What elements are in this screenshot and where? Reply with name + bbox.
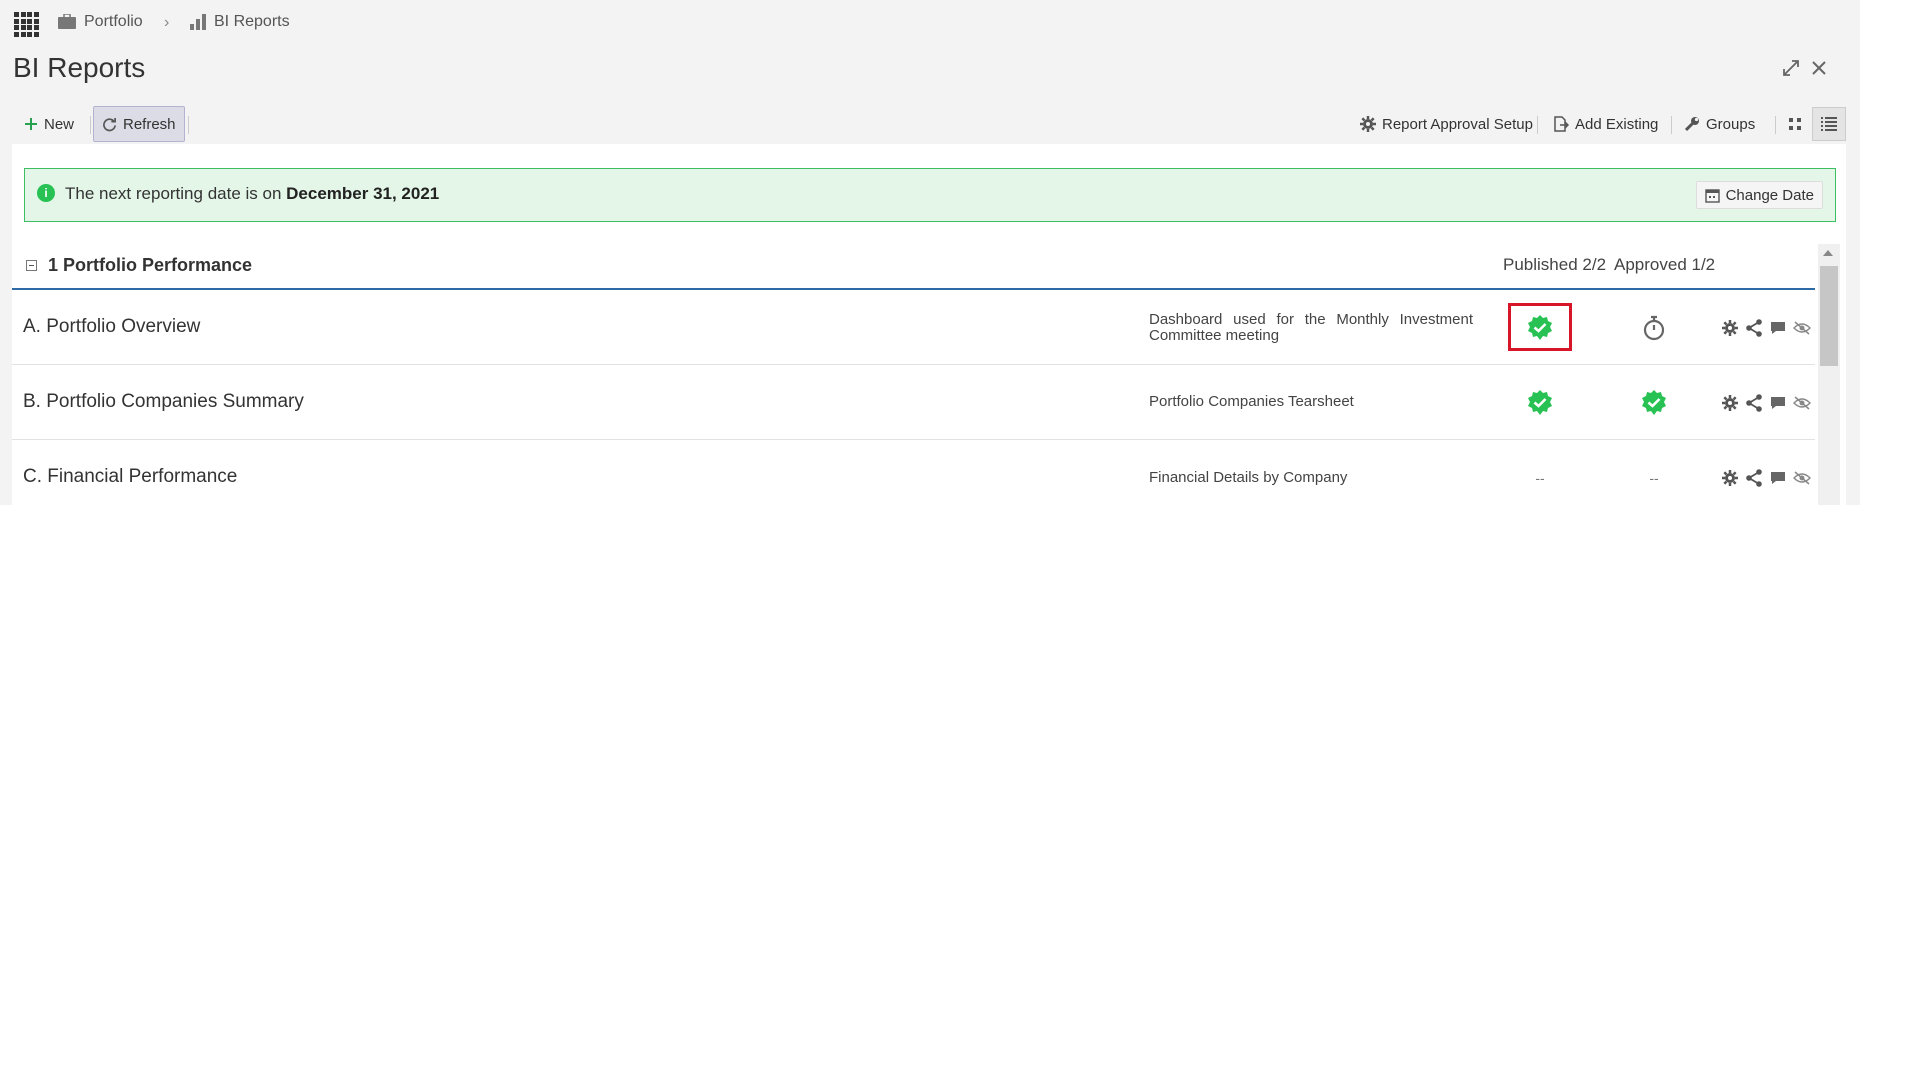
reports-panel: i The next reporting date is on December… <box>12 144 1846 505</box>
comment-icon[interactable] <box>1768 468 1788 488</box>
tile-view-button[interactable] <box>1778 107 1812 141</box>
report-row[interactable]: B. Portfolio Companies Summary Portfolio… <box>12 365 1815 440</box>
breadcrumb-label: BI Reports <box>214 13 290 30</box>
app-launcher-icon[interactable] <box>14 12 39 37</box>
grid-view-icon <box>1789 118 1801 130</box>
toolbar-divider <box>90 116 91 134</box>
new-button-label: New <box>44 115 75 133</box>
plus-icon <box>25 118 37 130</box>
approved-column-header: Approved 1/2 <box>1614 255 1716 274</box>
row-actions <box>1720 318 1816 338</box>
report-description: Financial Details by Company <box>1149 469 1348 486</box>
group-header: 1 Portfolio Performance Published 2/2 Ap… <box>12 244 1815 290</box>
breadcrumb-portfolio[interactable]: Portfolio <box>58 13 143 31</box>
bar-chart-icon <box>190 14 206 30</box>
add-existing-icon <box>1554 116 1569 132</box>
add-existing-button[interactable]: Add Existing <box>1545 106 1666 142</box>
collapse-icon[interactable] <box>26 260 37 271</box>
toolbar: New Refresh Report Approval Setup Add Ex <box>12 106 1846 144</box>
visibility-hidden-icon[interactable] <box>1792 318 1812 338</box>
visibility-hidden-icon[interactable] <box>1792 468 1812 488</box>
refresh-icon <box>103 117 116 131</box>
report-description: Dashboard used for the Monthly Investmen… <box>1149 311 1473 344</box>
breadcrumb-bi-reports[interactable]: BI Reports <box>190 13 290 31</box>
report-name[interactable]: A. Portfolio Overview <box>23 316 200 338</box>
new-button[interactable]: New <box>16 106 82 142</box>
top-bar: Portfolio › BI Reports <box>0 0 1860 48</box>
alert-text-prefix: The next reporting date is on <box>65 184 287 203</box>
settings-icon[interactable] <box>1720 393 1740 413</box>
list-view-icon <box>1821 117 1837 131</box>
alert-message: The next reporting date is on December 3… <box>65 184 439 204</box>
app-window: Portfolio › BI Reports BI Reports New Re… <box>0 0 1860 505</box>
published-status-empty: -- <box>1535 470 1545 486</box>
reporting-date: December 31, 2021 <box>286 184 440 203</box>
scroll-up-arrow-icon[interactable] <box>1823 250 1833 256</box>
report-row[interactable]: C. Financial Performance Financial Detai… <box>12 440 1815 505</box>
change-date-label: Change Date <box>1725 186 1814 204</box>
vertical-scrollbar[interactable] <box>1818 244 1840 505</box>
approved-check-icon[interactable] <box>1640 389 1668 417</box>
gear-icon <box>1360 116 1376 132</box>
settings-icon[interactable] <box>1720 318 1740 338</box>
wrench-icon <box>1684 117 1699 132</box>
report-name[interactable]: B. Portfolio Companies Summary <box>23 391 304 413</box>
groups-button[interactable]: Groups <box>1676 106 1763 142</box>
report-name[interactable]: C. Financial Performance <box>23 466 237 488</box>
breadcrumb-label: Portfolio <box>84 13 143 30</box>
comment-icon[interactable] <box>1768 318 1788 338</box>
refresh-button-label: Refresh <box>123 115 176 133</box>
toolbar-divider <box>1775 116 1776 134</box>
refresh-button[interactable]: Refresh <box>93 106 185 142</box>
published-column-header: Published 2/2 <box>1503 255 1607 274</box>
published-check-icon[interactable] <box>1526 389 1554 417</box>
change-date-button[interactable]: Change Date <box>1695 181 1823 209</box>
scroll-thumb[interactable] <box>1820 266 1838 366</box>
add-existing-label: Add Existing <box>1575 115 1659 133</box>
report-approval-setup-label: Report Approval Setup <box>1382 115 1533 133</box>
share-icon[interactable] <box>1744 393 1764 413</box>
report-row[interactable]: A. Portfolio Overview Dashboard used for… <box>12 290 1815 365</box>
briefcase-icon <box>58 14 76 29</box>
breadcrumb-separator: › <box>164 14 170 31</box>
expand-icon[interactable] <box>1779 56 1803 80</box>
row-actions <box>1720 468 1816 488</box>
groups-label: Groups <box>1706 115 1756 133</box>
approved-status-empty: -- <box>1649 470 1659 486</box>
share-icon[interactable] <box>1744 318 1764 338</box>
settings-icon[interactable] <box>1720 468 1740 488</box>
report-description: Portfolio Companies Tearsheet <box>1149 393 1354 410</box>
list-view-button[interactable] <box>1812 107 1846 141</box>
reporting-date-alert: i The next reporting date is on December… <box>24 168 1836 222</box>
toolbar-divider <box>188 116 189 134</box>
toolbar-divider <box>1671 116 1672 134</box>
group-title: 1 Portfolio Performance <box>48 255 253 275</box>
share-icon[interactable] <box>1744 468 1764 488</box>
calendar-icon <box>1704 188 1720 203</box>
approval-pending-timer-icon[interactable] <box>1640 314 1668 342</box>
visibility-hidden-icon[interactable] <box>1792 393 1812 413</box>
comment-icon[interactable] <box>1768 393 1788 413</box>
highlight-box <box>1508 303 1572 351</box>
page-title: BI Reports <box>13 52 146 83</box>
row-actions <box>1720 393 1816 413</box>
info-icon: i <box>37 184 55 202</box>
report-approval-setup-button[interactable]: Report Approval Setup <box>1352 106 1541 142</box>
toolbar-divider <box>1537 116 1538 134</box>
close-icon[interactable] <box>1807 56 1831 80</box>
